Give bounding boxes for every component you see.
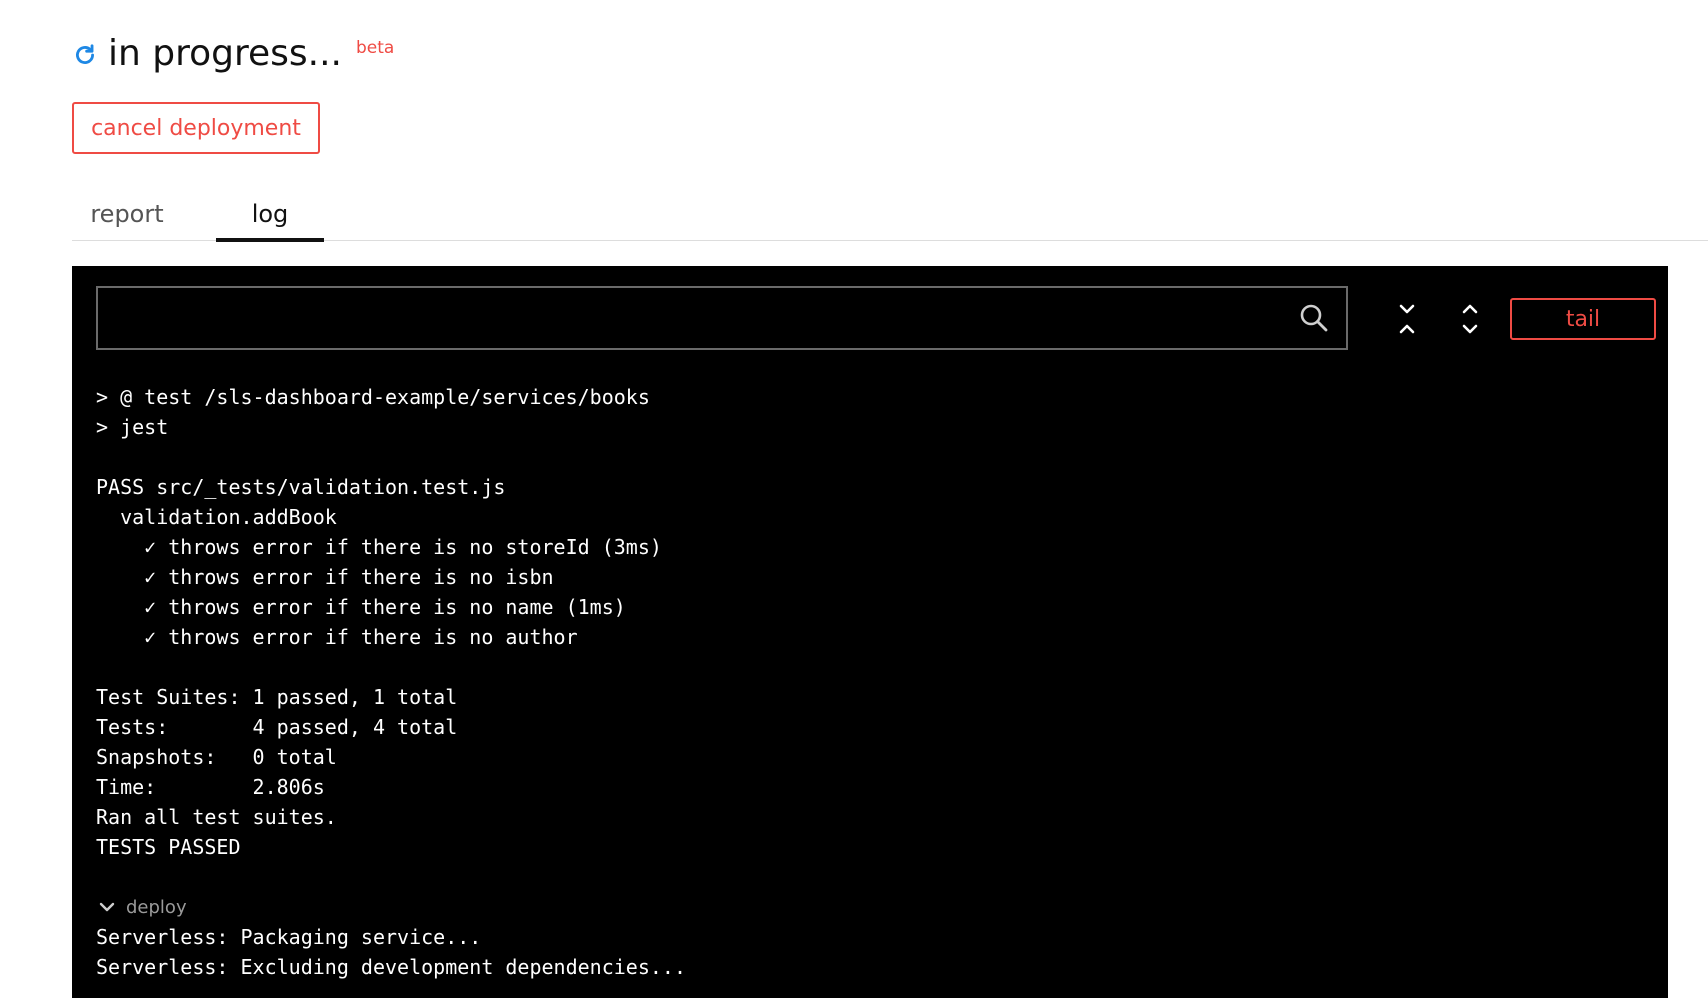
refresh-icon [76,44,94,64]
log-line: > jest [96,415,169,439]
search-icon[interactable] [1298,302,1330,334]
log-line: Tests: 4 passed, 4 total [96,715,458,739]
tab-report[interactable]: report [72,196,182,238]
collapse-all-icon[interactable] [1395,302,1419,336]
log-line: PASS src/_tests/validation.test.js [96,475,506,499]
log-search-input[interactable] [98,288,1278,348]
log-line: Time: 2.806s [96,775,325,799]
log-line: TESTS PASSED [96,835,241,859]
log-line: Serverless: Packaging service... [96,925,482,949]
log-search-box [96,286,1348,350]
log-line: ✓ throws error if there is no isbn [96,565,554,589]
deploy-section-label: deploy [126,896,187,918]
deployment-header: in progress... beta [72,28,394,80]
log-line: > @ test /sls-dashboard-example/services… [96,385,650,409]
tail-button[interactable]: tail [1510,298,1656,340]
deploy-section-toggle[interactable]: deploy [96,892,686,922]
log-output: > @ test /sls-dashboard-example/services… [96,382,686,982]
log-line: ✓ throws error if there is no storeId (3… [96,535,662,559]
chevron-down-icon [99,902,115,912]
tab-log[interactable]: log [216,196,324,242]
cancel-deployment-button[interactable]: cancel deployment [72,102,320,154]
deployment-page: in progress... beta cancel deployment re… [0,0,1708,998]
log-line: Snapshots: 0 total [96,745,337,769]
tab-bar: report log [72,196,1708,242]
log-line: validation.addBook [96,505,337,529]
beta-badge: beta [356,38,395,58]
log-line: ✓ throws error if there is no author [96,625,578,649]
log-line: Ran all test suites. [96,805,337,829]
log-line: ✓ throws error if there is no name (1ms) [96,595,626,619]
status-title: in progress... [108,33,342,74]
log-line: Serverless: Excluding development depend… [96,955,687,979]
log-line: Test Suites: 1 passed, 1 total [96,685,458,709]
log-panel: tail > @ test /sls-dashboard-example/ser… [72,266,1668,998]
expand-all-icon[interactable] [1458,302,1482,336]
